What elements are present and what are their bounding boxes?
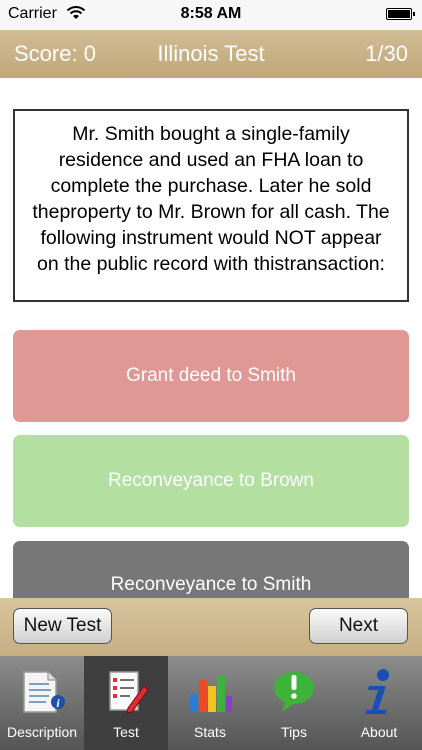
answer-option-2[interactable]: Reconveyance to Brown — [13, 435, 409, 527]
tab-bar: i Description Test Stats Tips About — [0, 656, 422, 750]
description-icon: i — [23, 671, 65, 713]
question-text: Mr. Smith bought a single-family residen… — [13, 109, 409, 302]
tab-label-test: Test — [113, 724, 139, 740]
stats-icon — [190, 676, 232, 712]
status-bar: Carrier 8:58 AM — [0, 0, 422, 30]
about-icon — [365, 669, 389, 714]
answer-option-1[interactable]: Grant deed to Smith — [13, 330, 409, 422]
tab-label-description: Description — [6, 724, 78, 740]
battery-icon — [386, 8, 415, 20]
tab-description[interactable]: i Description — [0, 656, 84, 750]
tab-label-stats: Stats — [194, 724, 226, 740]
tab-label-tips: Tips — [281, 724, 307, 740]
test-icon — [109, 671, 149, 714]
new-test-button[interactable]: New Test — [13, 608, 112, 644]
tab-test[interactable]: Test — [84, 656, 168, 750]
tab-tips[interactable]: Tips — [252, 656, 336, 750]
tips-icon — [274, 672, 314, 712]
next-button[interactable]: Next — [309, 608, 408, 644]
page-title: Illinois Test — [157, 41, 265, 66]
tab-stats[interactable]: Stats — [168, 656, 252, 750]
header-bar: Score: 0 Illinois Test 1/30 — [0, 30, 422, 78]
tab-label-about: About — [360, 724, 398, 740]
controls-bar: New Test Next — [0, 598, 422, 656]
clock: 8:58 AM — [180, 5, 242, 22]
question-counter: 1/30 — [365, 41, 408, 66]
tab-about[interactable]: About — [336, 656, 422, 750]
